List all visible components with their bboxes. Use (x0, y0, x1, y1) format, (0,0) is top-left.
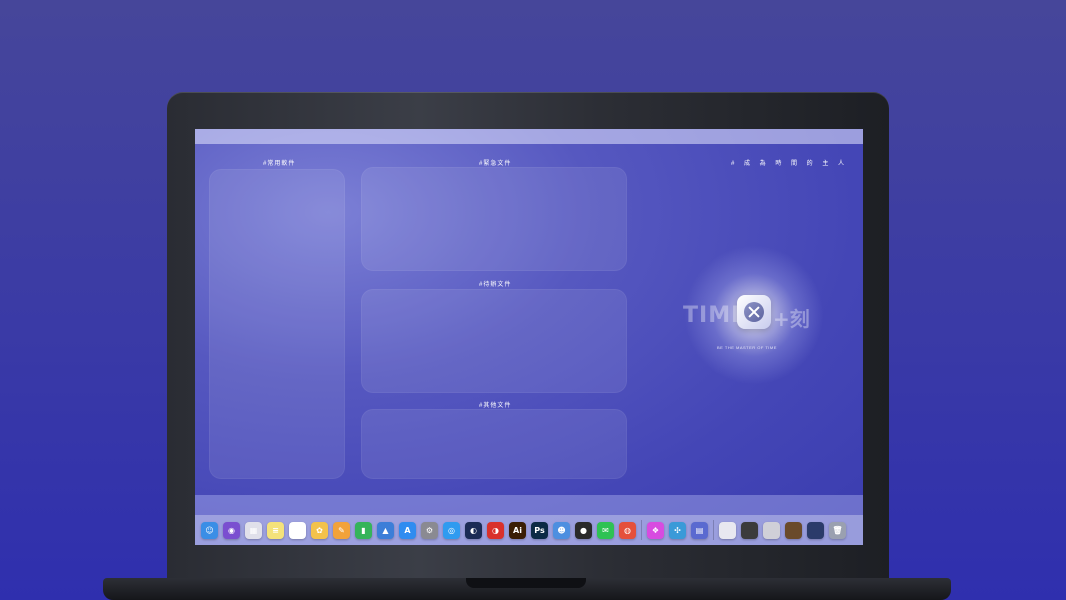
qq-icon[interactable]: ● (575, 521, 592, 539)
illustrator-icon[interactable]: Ai (509, 521, 526, 539)
desktop-screen: #常用軟件 #緊急文件 #待辦文件 #其他文件 # 成 為 時 間 的 主 人 … (195, 129, 863, 545)
laptop-notch (466, 578, 586, 588)
dock-separator (641, 520, 642, 540)
urgent-files-label: #緊急文件 (479, 161, 512, 167)
dock-background-strip (195, 495, 863, 515)
chrome-icon[interactable]: ◍ (619, 521, 636, 539)
launchpad-icon[interactable]: ▦ (245, 521, 262, 539)
dock-separator (713, 520, 714, 540)
app-store-icon[interactable]: A (399, 521, 416, 539)
logo-tagline: BE THE MASTER OF TIME (717, 345, 777, 350)
other-files-panel[interactable] (361, 409, 627, 479)
window-thumb-4-icon[interactable] (785, 521, 802, 539)
slogan: # 成 為 時 間 的 主 人 (730, 161, 848, 167)
common-software-label: #常用軟件 (263, 161, 296, 167)
trash-icon[interactable]: 🗑 (829, 521, 846, 539)
safari-icon[interactable]: ◎ (443, 521, 460, 539)
notes-icon[interactable]: ≡ (267, 521, 284, 539)
cinema4d-icon[interactable]: ◐ (465, 521, 482, 539)
reminders-icon[interactable]: ☰ (289, 521, 306, 539)
window-thumb-1-icon[interactable] (719, 521, 736, 539)
common-software-panel[interactable] (209, 169, 345, 479)
wechat-icon[interactable]: ✉ (597, 521, 614, 539)
netease-music-icon[interactable]: ◑ (487, 521, 504, 539)
finder-icon[interactable]: ☺ (201, 521, 218, 539)
menu-bar[interactable] (195, 129, 863, 144)
window-thumb-5-icon[interactable] (807, 521, 824, 539)
pages-icon[interactable]: ✎ (333, 521, 350, 539)
pending-files-label: #待辦文件 (479, 282, 512, 288)
app-icon-c[interactable]: ▤ (691, 521, 708, 539)
app-icon-a[interactable]: ❖ (647, 521, 664, 539)
logo-text-right: +刻 (773, 307, 810, 331)
window-thumb-2-icon[interactable] (741, 521, 758, 539)
urgent-files-panel[interactable] (361, 167, 627, 271)
finder-alt-icon[interactable]: ☻ (553, 521, 570, 539)
window-thumb-3-icon[interactable] (763, 521, 780, 539)
system-preferences-icon[interactable]: ⚙ (421, 521, 438, 539)
pending-files-panel[interactable] (361, 289, 627, 393)
photos-icon[interactable]: ✿ (311, 521, 328, 539)
app-icon-b[interactable]: ✣ (669, 521, 686, 539)
photoshop-icon[interactable]: Ps (531, 521, 548, 539)
keynote-icon[interactable]: ▲ (377, 521, 394, 539)
siri-icon[interactable]: ◉ (223, 521, 240, 539)
other-files-label: #其他文件 (479, 403, 512, 409)
dock: ☺ ◉ ▦ ≡ ☰ ✿ ✎ ▮ ▲ A ⚙ ◎ ◐ ◑ Ai Ps ☻ ● ✉ ◍ ❖ ✣ ▤ 🗑 (195, 515, 863, 545)
logo-icon (737, 295, 771, 329)
numbers-icon[interactable]: ▮ (355, 521, 372, 539)
